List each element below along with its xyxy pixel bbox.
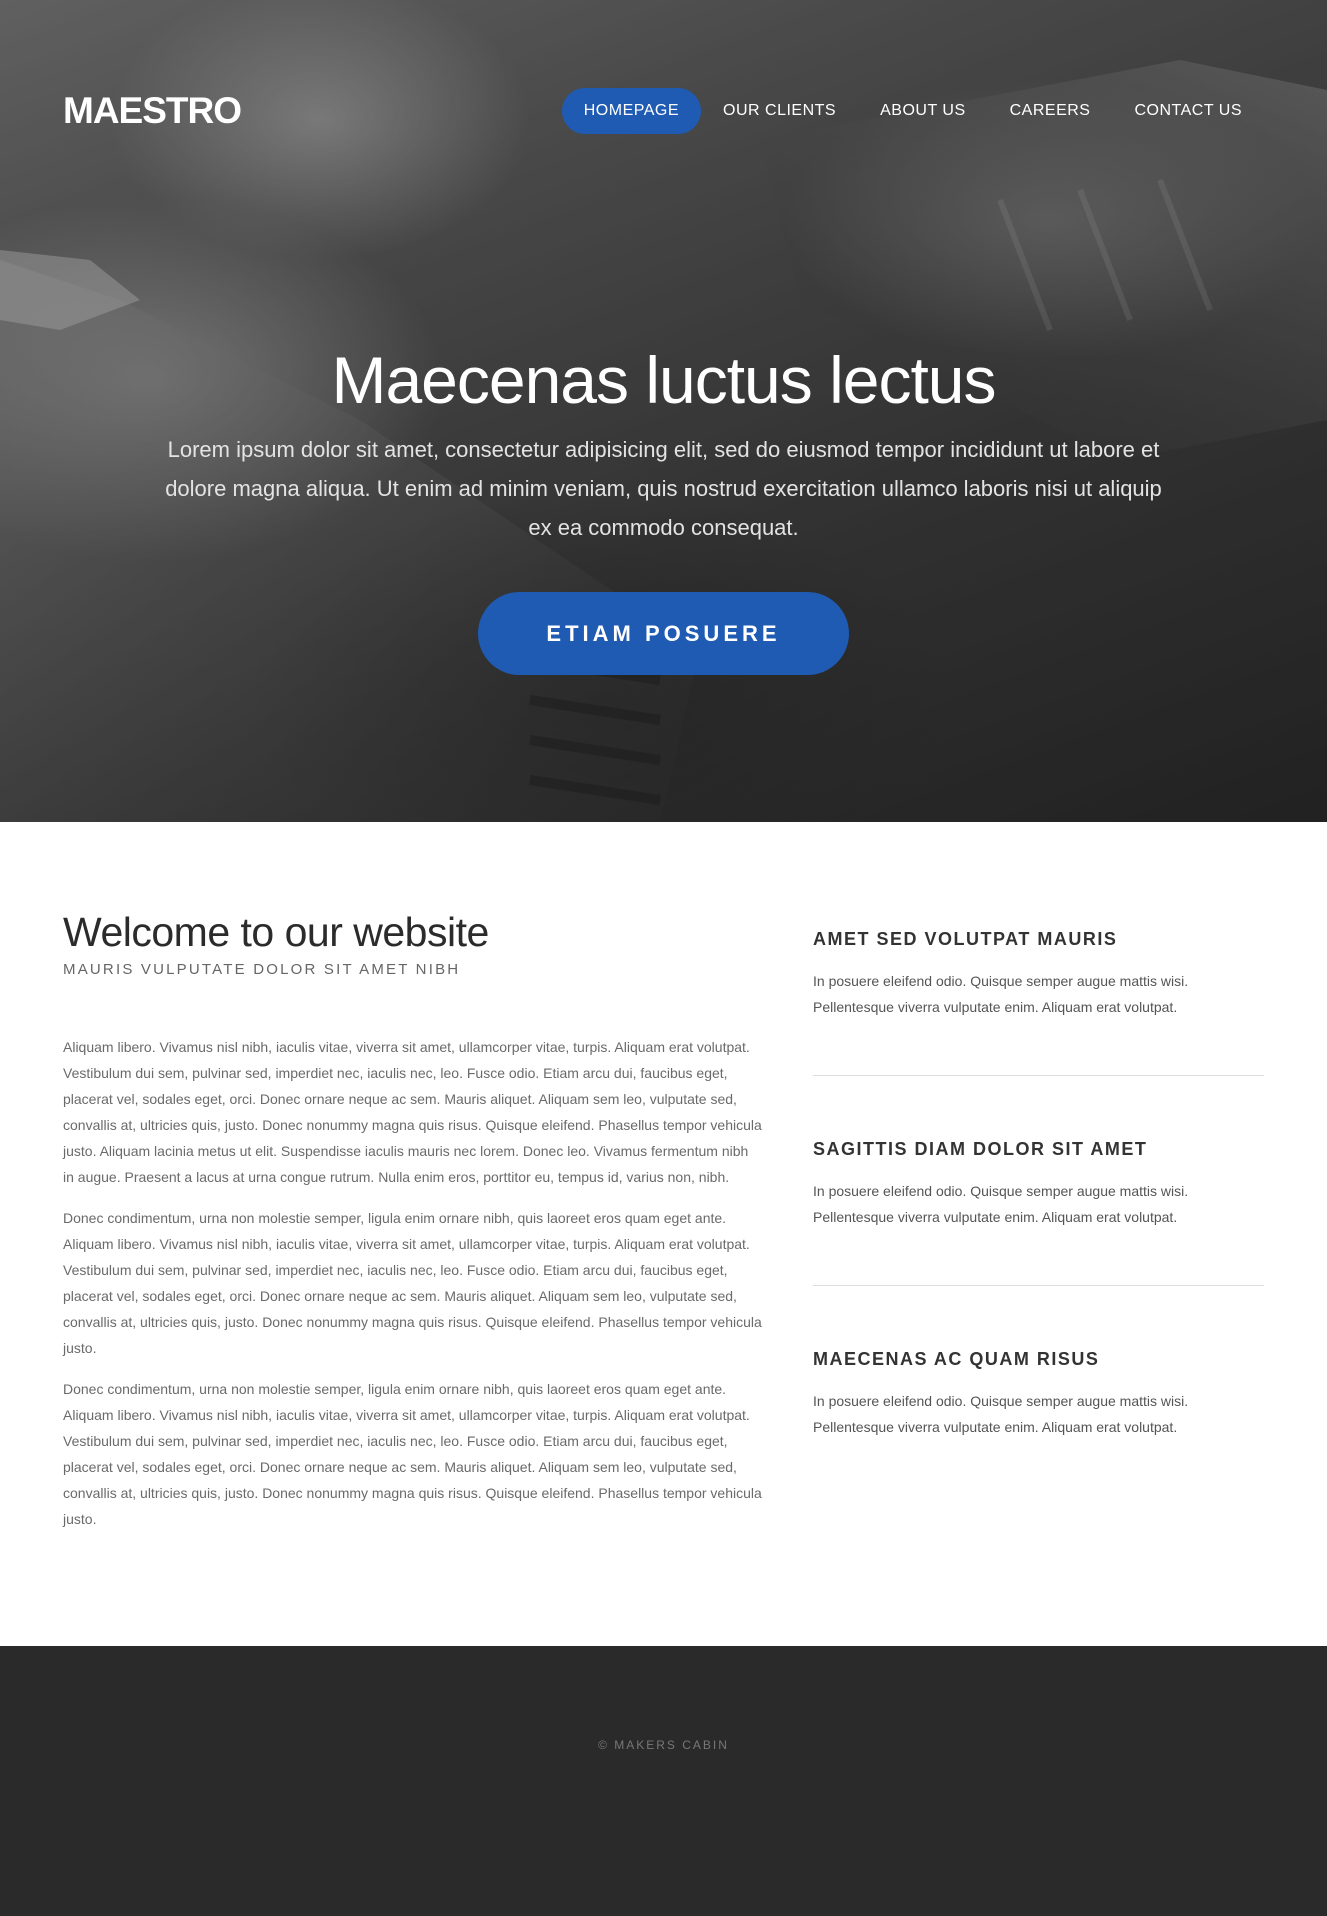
site-logo[interactable]: MAESTRO: [63, 88, 242, 134]
sidebar-feature-text: In posuere eleifend odio. Quisque semper…: [813, 1183, 1189, 1225]
nav-item-our-clients[interactable]: OUR CLIENTS: [701, 88, 858, 134]
sidebar-column: AMET SED VOLUTPAT MAURIS In posuere elei…: [813, 928, 1264, 1495]
sidebar-feature: MAECENAS AC QUAM RISUS In posuere eleife…: [813, 1348, 1264, 1495]
top-navbar: MAESTRO HOMEPAGE OUR CLIENTS ABOUT US CA…: [0, 0, 1327, 222]
body-paragraph: Donec condimentum, urna non molestie sem…: [63, 1381, 762, 1527]
nav-item-contact-us[interactable]: CONTACT US: [1112, 88, 1264, 134]
sidebar-feature-text: In posuere eleifend odio. Quisque semper…: [813, 1393, 1189, 1435]
main-nav: HOMEPAGE OUR CLIENTS ABOUT US CAREERS CO…: [561, 88, 1264, 134]
cta-button[interactable]: ETIAM POSUERE: [478, 592, 849, 675]
nav-item-careers[interactable]: CAREERS: [988, 88, 1113, 134]
main-column: Welcome to our website MAURIS VULPUTATE …: [63, 908, 763, 1547]
sidebar-feature: AMET SED VOLUTPAT MAURIS In posuere elei…: [813, 928, 1264, 1076]
body-paragraph: Aliquam libero. Vivamus nisl nibh, iacul…: [63, 1039, 762, 1185]
hero-title: Maecenas luctus lectus: [331, 343, 996, 418]
footer-copyright: © MAKERS CABIN: [598, 1738, 729, 1752]
sidebar-feature-title: MAECENAS AC QUAM RISUS: [813, 1349, 1100, 1369]
content-section: Welcome to our website MAURIS VULPUTATE …: [0, 822, 1327, 1646]
nav-item-homepage[interactable]: HOMEPAGE: [561, 88, 702, 134]
body-paragraphs: Aliquam libero. Vivamus nisl nibh, iacul…: [63, 1034, 763, 1532]
site-footer: © MAKERS CABIN: [0, 1646, 1327, 1916]
sidebar-feature-text: In posuere eleifend odio. Quisque semper…: [813, 973, 1189, 1015]
nav-item-about-us[interactable]: ABOUT US: [858, 88, 988, 134]
sidebar-feature: SAGITTIS DIAM DOLOR SIT AMET In posuere …: [813, 1138, 1264, 1286]
sidebar-feature-title: AMET SED VOLUTPAT MAURIS: [813, 929, 1118, 949]
sidebar-feature-title: SAGITTIS DIAM DOLOR SIT AMET: [813, 1139, 1148, 1159]
hero-section: MAESTRO HOMEPAGE OUR CLIENTS ABOUT US CA…: [0, 0, 1327, 822]
page-title: Welcome to our website: [63, 909, 489, 955]
page-subtitle: MAURIS VULPUTATE DOLOR SIT AMET NIBH: [63, 961, 461, 978]
body-paragraph: Donec condimentum, urna non molestie sem…: [63, 1210, 762, 1356]
hero-text: Lorem ipsum dolor sit amet, consectetur …: [165, 437, 1162, 540]
